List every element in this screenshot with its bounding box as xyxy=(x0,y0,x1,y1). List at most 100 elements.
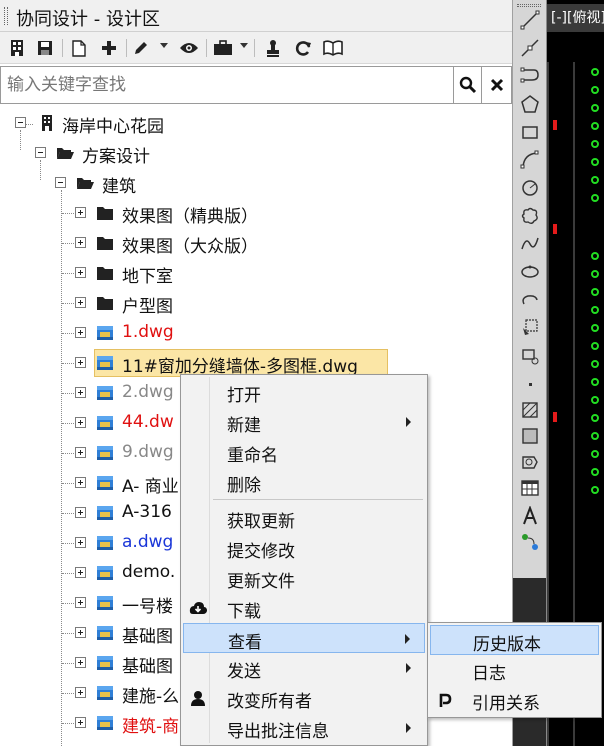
menu-item-9[interactable]: 发送 xyxy=(183,653,425,683)
save-icon[interactable] xyxy=(34,37,56,59)
drawing-marker xyxy=(591,270,599,278)
menu-item-4[interactable]: 获取更新 xyxy=(183,503,425,533)
menu-item-7[interactable]: 下载 xyxy=(183,593,425,623)
polygon-icon[interactable] xyxy=(518,92,542,116)
make-block-icon[interactable] xyxy=(518,344,542,368)
expand-toggle[interactable] xyxy=(75,567,86,578)
menu-item-label: 更新文件 xyxy=(227,572,295,592)
submenu-arrow-icon xyxy=(405,634,410,644)
expand-toggle[interactable] xyxy=(75,657,86,668)
hatch-icon[interactable] xyxy=(518,398,542,422)
text-icon[interactable] xyxy=(518,504,542,528)
expand-toggle[interactable] xyxy=(75,237,86,248)
spline-icon[interactable] xyxy=(518,232,542,256)
tree-folder-node[interactable]: 效果图（精典版） xyxy=(0,198,512,228)
tree-node-architecture[interactable]: 建筑 xyxy=(0,168,512,198)
construction-line-icon[interactable] xyxy=(518,36,542,60)
viewport-label[interactable]: [-][俯视] xyxy=(547,4,604,32)
chevron-down-icon[interactable] xyxy=(160,43,168,48)
tree-node-label: 户型图 xyxy=(122,297,173,317)
tree-folder-node[interactable]: 户型图 xyxy=(0,288,512,318)
ellipse-arc-icon[interactable] xyxy=(518,288,542,312)
panel-titlebar[interactable]: 协同设计 - 设计区 xyxy=(0,0,512,32)
expand-toggle[interactable] xyxy=(75,447,86,458)
tree-node-label: 1.dwg xyxy=(122,322,174,342)
expand-toggle[interactable] xyxy=(75,207,86,218)
briefcase-icon[interactable] xyxy=(212,37,234,59)
edit-pencil-icon[interactable] xyxy=(130,37,152,59)
reference-icon xyxy=(436,691,454,709)
clear-search-button[interactable] xyxy=(481,67,511,103)
circle-icon[interactable] xyxy=(518,176,542,200)
menu-item-6[interactable]: 更新文件 xyxy=(183,563,425,593)
stamp-icon[interactable] xyxy=(262,37,284,59)
folder-icon xyxy=(97,237,113,250)
submenu-item-1[interactable]: 日志 xyxy=(430,655,599,685)
book-icon[interactable] xyxy=(322,37,344,59)
drawing-marker xyxy=(591,122,599,130)
tree-folder-node[interactable]: 地下室 xyxy=(0,258,512,288)
menu-item-10[interactable]: 改变所有者 xyxy=(183,683,425,713)
expand-toggle[interactable] xyxy=(75,537,86,548)
submenu-item-0[interactable]: 历史版本 xyxy=(430,625,599,655)
menu-item-8[interactable]: 查看 xyxy=(183,623,425,653)
building-icon[interactable] xyxy=(6,37,28,59)
rectangle-icon[interactable] xyxy=(518,120,542,144)
insert-block-icon[interactable] xyxy=(518,316,542,340)
gradient-icon[interactable] xyxy=(518,424,542,448)
drag-grip[interactable] xyxy=(517,4,541,7)
tree-node-root[interactable]: 海岸中心花园 xyxy=(0,108,512,138)
eye-icon[interactable] xyxy=(178,37,200,59)
drag-grip[interactable] xyxy=(4,7,8,25)
point-icon[interactable] xyxy=(518,372,542,396)
expand-toggle[interactable] xyxy=(75,387,86,398)
dwg-file-icon xyxy=(97,656,113,670)
tree-folder-node[interactable]: 效果图（大众版） xyxy=(0,228,512,258)
add-icon[interactable] xyxy=(98,37,120,59)
expand-toggle[interactable] xyxy=(75,597,86,608)
menu-item-5[interactable]: 提交修改 xyxy=(183,533,425,563)
revision-cloud-icon[interactable] xyxy=(518,204,542,228)
menu-item-3[interactable]: 删除 xyxy=(183,467,425,497)
tree-node-label: 效果图（精典版） xyxy=(122,207,258,227)
line-tool-icon[interactable] xyxy=(518,8,542,32)
search-input[interactable] xyxy=(1,67,453,103)
drawing-marker xyxy=(553,224,557,234)
collapse-toggle[interactable] xyxy=(35,147,46,158)
arc-icon[interactable] xyxy=(518,148,542,172)
tree-node-label: 2.dwg xyxy=(122,382,174,402)
expand-toggle[interactable] xyxy=(75,267,86,278)
submenu-item-2[interactable]: 引用关系 xyxy=(430,685,599,715)
dwg-file-icon xyxy=(97,626,113,640)
collapse-toggle[interactable] xyxy=(15,117,26,128)
region-icon[interactable] xyxy=(518,450,542,474)
expand-toggle[interactable] xyxy=(75,357,86,368)
drawing-marker xyxy=(591,68,599,76)
expand-toggle[interactable] xyxy=(75,627,86,638)
menu-item-0[interactable]: 打开 xyxy=(183,377,425,407)
new-file-icon[interactable] xyxy=(68,37,90,59)
tree-node-label: demo. xyxy=(122,562,176,582)
menu-item-11[interactable]: 导出批注信息 xyxy=(183,713,425,743)
expand-toggle[interactable] xyxy=(75,327,86,338)
refresh-icon[interactable] xyxy=(292,37,314,59)
expand-toggle[interactable] xyxy=(75,717,86,728)
folder-icon xyxy=(97,267,113,280)
menu-item-1[interactable]: 新建 xyxy=(183,407,425,437)
expand-toggle[interactable] xyxy=(75,417,86,428)
ellipse-icon[interactable] xyxy=(518,260,542,284)
search-button[interactable] xyxy=(453,67,481,103)
collapse-toggle[interactable] xyxy=(55,177,66,188)
expand-toggle[interactable] xyxy=(75,687,86,698)
polyline-icon[interactable] xyxy=(518,64,542,88)
tree-node-scheme-design[interactable]: 方案设计 xyxy=(0,138,512,168)
tree-file-node[interactable]: 1.dwg xyxy=(0,318,512,348)
tree-node-label: 9.dwg xyxy=(122,442,174,462)
expand-toggle[interactable] xyxy=(75,297,86,308)
chevron-down-icon[interactable] xyxy=(240,43,248,48)
table-icon[interactable] xyxy=(518,476,542,500)
expand-toggle[interactable] xyxy=(75,507,86,518)
expand-toggle[interactable] xyxy=(75,477,86,488)
menu-item-2[interactable]: 重命名 xyxy=(183,437,425,467)
add-selected-icon[interactable] xyxy=(518,530,542,554)
